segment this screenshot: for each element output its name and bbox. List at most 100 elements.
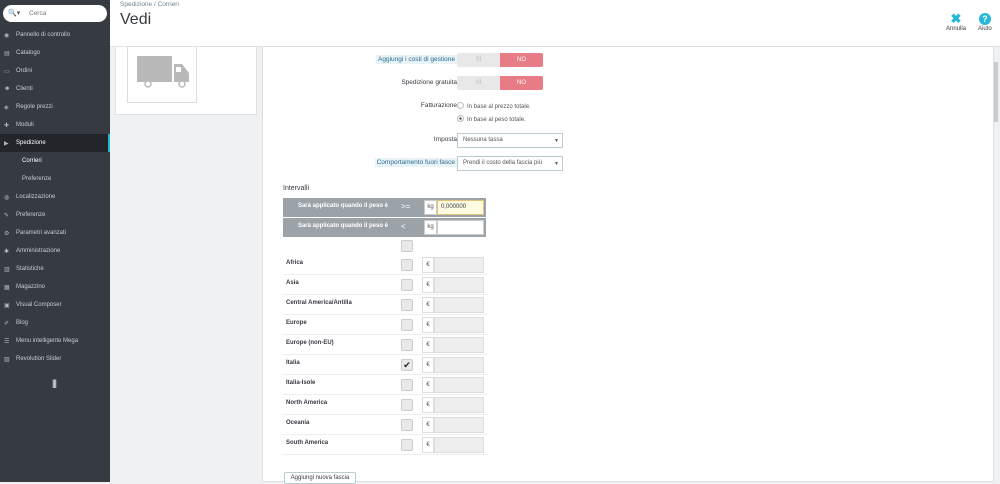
zone-checkbox[interactable]	[401, 439, 413, 451]
zone-checkbox[interactable]: ✔	[401, 359, 413, 371]
collapse-menu-icon[interactable]: |||	[52, 378, 57, 388]
zone-checkbox[interactable]	[401, 319, 413, 331]
dashboard-icon: ◉	[4, 32, 10, 39]
zone-checkbox[interactable]	[401, 259, 413, 271]
out-of-range-select[interactable]: Prendi il costo della fascia più ▼	[457, 156, 563, 171]
zone-checkbox[interactable]	[401, 379, 413, 391]
zone-price-input[interactable]	[434, 297, 484, 313]
sidebar-item-label: Parametri avanzati	[16, 230, 67, 236]
zone-checkbox[interactable]	[401, 299, 413, 311]
sidebar: 🔍▾ ◉ Pannello di controllo ▤ Catalogo ▭ Ordin…	[0, 0, 110, 482]
free-shipping-row: Spedizione gratuita SÌ NO	[263, 76, 823, 92]
zone-price-input[interactable]	[434, 397, 484, 413]
handling-yes[interactable]: SÌ	[457, 53, 500, 67]
range-to-label: Sarà applicato quando il peso è	[297, 223, 388, 229]
search-box[interactable]: 🔍▾	[3, 5, 107, 22]
sidebar-item-label: Ordini	[16, 68, 33, 74]
search-input[interactable]	[29, 10, 99, 17]
handling-toggle[interactable]: SÌ NO	[457, 53, 543, 67]
sidebar-subitem[interactable]: Preferenze	[0, 170, 110, 188]
billing-row: Fatturazione In base al prezzo totale. I…	[263, 101, 823, 127]
sidebar-item[interactable]: ◍ Localizzazione	[0, 188, 110, 206]
scrollbar-thumb[interactable]	[994, 62, 998, 122]
sidebar-item[interactable]: ▭ Ordini	[0, 62, 110, 80]
zone-name: Asia	[286, 280, 299, 286]
sidebar-item-label: Catalogo	[16, 50, 41, 56]
search-icon[interactable]: 🔍▾	[8, 9, 21, 19]
sidebar-item[interactable]: ▦ Magazzino	[0, 278, 110, 296]
zone-price-input[interactable]	[434, 317, 484, 333]
sidebar-item[interactable]: ⚙ Parametri avanzati	[0, 224, 110, 242]
zone-price-input[interactable]	[434, 437, 484, 453]
sidebar-item-label: Clienti	[16, 86, 33, 92]
tax-select[interactable]: Nessuna tassa ▼	[457, 133, 563, 148]
breadcrumb[interactable]: Spedizione / Corrieri	[120, 1, 179, 8]
radio-selected-icon[interactable]	[457, 115, 464, 122]
orders-icon: ▭	[4, 68, 10, 75]
help-button[interactable]: ? Aiuto	[978, 12, 992, 32]
free-shipping-toggle[interactable]: SÌ NO	[457, 76, 543, 90]
free-no[interactable]: NO	[500, 76, 543, 90]
zone-row: Italia ✔ €	[283, 355, 489, 375]
sidebar-item[interactable]: ✎ Preferenze	[0, 206, 110, 224]
zone-price-input[interactable]	[434, 337, 484, 353]
price-rules-icon: ◈	[4, 104, 9, 111]
sidebar-item-label: Visual Composer	[16, 302, 62, 308]
sidebar-item[interactable]: ◉ Pannello di controllo	[0, 26, 110, 44]
zone-price-input[interactable]	[434, 357, 484, 373]
sidebar-item[interactable]: ◈ Regole prezzi	[0, 98, 110, 116]
handling-no[interactable]: NO	[500, 53, 543, 67]
page-title: Vedi	[120, 11, 152, 28]
sidebar-item[interactable]: ✱ Amministrazione	[0, 242, 110, 260]
radio-icon[interactable]	[457, 102, 464, 109]
sidebar-item-label: Moduli	[16, 122, 34, 128]
sidebar-item[interactable]: ☻ Clienti	[0, 80, 110, 98]
currency-symbol: €	[422, 437, 434, 453]
sidebar-item[interactable]: ▥ Statistiche	[0, 260, 110, 278]
sidebar-item[interactable]: ✚ Moduli	[0, 116, 110, 134]
zone-row: South America €	[283, 435, 489, 455]
close-icon: ✖	[950, 11, 962, 26]
sidebar-item-label: Preferenze	[16, 212, 46, 218]
modules-icon: ✚	[4, 122, 10, 129]
scrollbar[interactable]	[994, 52, 998, 482]
free-shipping-label: Spedizione gratuita	[401, 79, 457, 86]
zone-checkbox[interactable]	[401, 419, 413, 431]
sidebar-item[interactable]: ▤ Catalogo	[0, 44, 110, 62]
add-range-button[interactable]: Aggiungi nuova fascia	[284, 472, 356, 484]
preferences-icon: ✎	[4, 212, 10, 219]
sidebar-item[interactable]: ☰ Menu intelligente Mega	[0, 332, 110, 350]
billing-option-price[interactable]: In base al prezzo totale.	[457, 102, 531, 110]
range-to-input[interactable]	[437, 220, 484, 235]
select-all-zones-checkbox[interactable]	[401, 240, 413, 252]
zone-price-input[interactable]	[434, 257, 484, 273]
cancel-button[interactable]: ✖ Annulla	[946, 11, 966, 33]
customers-icon: ☻	[4, 86, 11, 92]
zone-name: Europe (non-EU)	[286, 340, 334, 346]
zone-price-input[interactable]	[434, 417, 484, 433]
sidebar-item[interactable]: ▨ Revolution Slider	[0, 350, 110, 368]
zone-checkbox[interactable]	[401, 339, 413, 351]
range-from-input[interactable]: 0,000000	[437, 200, 484, 215]
sidebar-subitem[interactable]: Corrieri	[0, 152, 110, 170]
zone-price-input[interactable]	[434, 377, 484, 393]
zone-checkbox[interactable]	[401, 279, 413, 291]
carrier-logo	[127, 47, 197, 103]
zone-price-input[interactable]	[434, 277, 484, 293]
zone-name: South America	[286, 440, 329, 446]
zone-checkbox[interactable]	[401, 399, 413, 411]
billing-option-weight[interactable]: In base al peso totale.	[457, 115, 526, 123]
weight-unit: kg	[424, 220, 437, 235]
sidebar-item-label: Blog	[16, 320, 29, 326]
sidebar-item[interactable]: ▣ Visual Composer	[0, 296, 110, 314]
currency-symbol: €	[422, 417, 434, 433]
zone-row: Central America/Antilla €	[283, 295, 489, 315]
sidebar-item[interactable]: ▶ Spedizione	[0, 134, 110, 152]
page-header: Spedizione / Corrieri Vedi ✖ Annulla ? A…	[110, 0, 1000, 47]
free-yes[interactable]: SÌ	[457, 76, 500, 90]
carrier-logo-panel	[115, 47, 257, 115]
sidebar-item[interactable]: ✐ Blog	[0, 314, 110, 332]
caret-down-icon: ▼	[554, 138, 559, 144]
zone-name: Africa	[286, 260, 304, 266]
zone-name: North America	[286, 400, 328, 406]
